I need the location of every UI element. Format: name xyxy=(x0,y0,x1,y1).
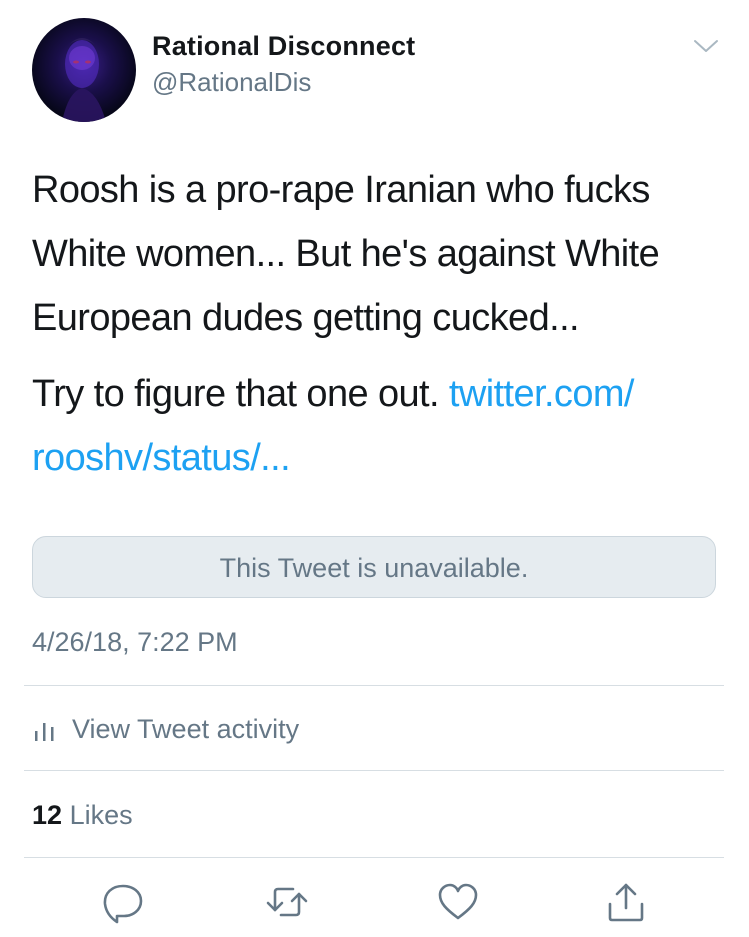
display-name[interactable]: Rational Disconnect xyxy=(152,28,415,64)
heart-icon[interactable] xyxy=(436,880,480,924)
quoted-tweet-unavailable: This Tweet is unavailable. xyxy=(32,536,716,598)
tweet-paragraph-1: Roosh is a pro-rape Iranian who fucks Wh… xyxy=(32,169,660,339)
tweet-actions xyxy=(0,880,749,930)
user-names: Rational Disconnect @RationalDis xyxy=(152,28,415,100)
share-icon[interactable] xyxy=(604,880,648,924)
tweet-paragraph-2-text: Try to figure that one out. xyxy=(32,373,449,415)
tweet-text: Roosh is a pro-rape Iranian who fucks Wh… xyxy=(32,158,722,490)
view-tweet-activity-button[interactable]: View Tweet activity xyxy=(32,709,299,749)
tweet-paragraph-2: Try to figure that one out. twitter.com/… xyxy=(32,362,722,490)
chevron-down-icon[interactable] xyxy=(693,38,719,54)
tweet-timestamp: 4/26/18, 7:22 PM xyxy=(32,627,238,657)
likes-label: Likes xyxy=(69,800,133,830)
reply-icon[interactable] xyxy=(101,880,145,924)
divider xyxy=(24,770,724,771)
likes-number: 12 xyxy=(32,800,63,830)
avatar[interactable] xyxy=(32,18,136,122)
bar-chart-icon xyxy=(35,723,54,741)
divider xyxy=(24,685,724,686)
retweet-icon[interactable] xyxy=(265,880,309,924)
divider xyxy=(24,857,724,858)
tweet-link-part-1[interactable]: twitter.com/ xyxy=(449,373,635,415)
tweet-header: Rational Disconnect @RationalDis xyxy=(32,18,727,122)
likes-count[interactable]: 12 Likes xyxy=(32,795,133,835)
tweet-link-part-2[interactable]: rooshv/status/... xyxy=(32,437,291,479)
user-handle[interactable]: @RationalDis xyxy=(152,64,415,100)
view-tweet-activity-label: View Tweet activity xyxy=(72,713,300,744)
